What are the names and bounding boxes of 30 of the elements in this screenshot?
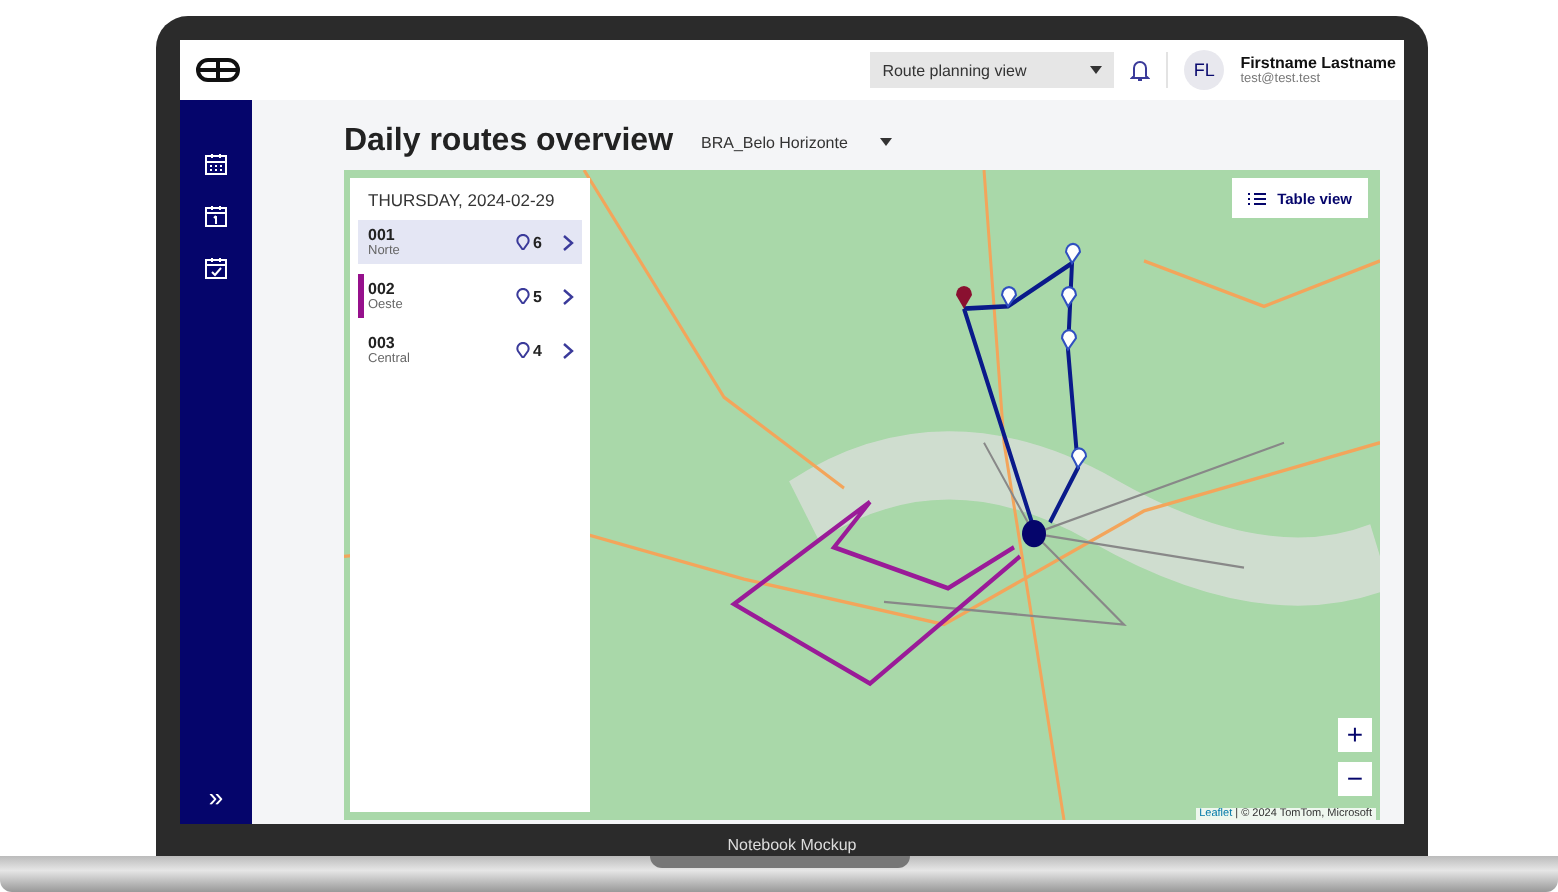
- route-id: 002: [368, 281, 397, 297]
- view-dropdown[interactable]: Route planning view: [870, 52, 1115, 88]
- chevron-right-icon[interactable]: [562, 287, 574, 305]
- zoom-in-button[interactable]: +: [1338, 718, 1372, 752]
- mockup-label: Notebook Mockup: [727, 836, 857, 854]
- page-title: Daily routes overview: [344, 124, 674, 160]
- zoom-out-button[interactable]: −: [1338, 762, 1372, 796]
- stop-count: 5: [533, 287, 542, 305]
- caret-icon: [1090, 66, 1103, 74]
- pin-icon: [515, 342, 530, 358]
- expand-sidebar-button[interactable]: »: [208, 782, 224, 812]
- caret-icon: [879, 138, 892, 146]
- chevron-right-icon[interactable]: [562, 341, 574, 359]
- pin-icon: [515, 288, 530, 304]
- pin-icon: [515, 234, 530, 250]
- stop-count: 4: [533, 341, 542, 359]
- route-id: 003: [368, 335, 397, 351]
- region-dropdown[interactable]: BRA_Belo Horizonte: [701, 133, 892, 151]
- calendar-day-icon[interactable]: [204, 204, 228, 228]
- list-icon: [1247, 191, 1266, 205]
- route-date: THURSDAY, 2024-02-29: [368, 190, 557, 210]
- user-avatar[interactable]: FL: [1184, 50, 1225, 90]
- chevron-right-icon[interactable]: [562, 233, 574, 251]
- route-id: 001: [368, 227, 397, 243]
- user-name: Firstname Lastname: [1240, 54, 1396, 72]
- stop-count: 6: [533, 233, 542, 251]
- notification-bell-icon[interactable]: [1130, 58, 1151, 82]
- logo-icon: [196, 58, 240, 82]
- calendar-check-icon[interactable]: [204, 256, 228, 280]
- calendar-icon[interactable]: [204, 152, 228, 176]
